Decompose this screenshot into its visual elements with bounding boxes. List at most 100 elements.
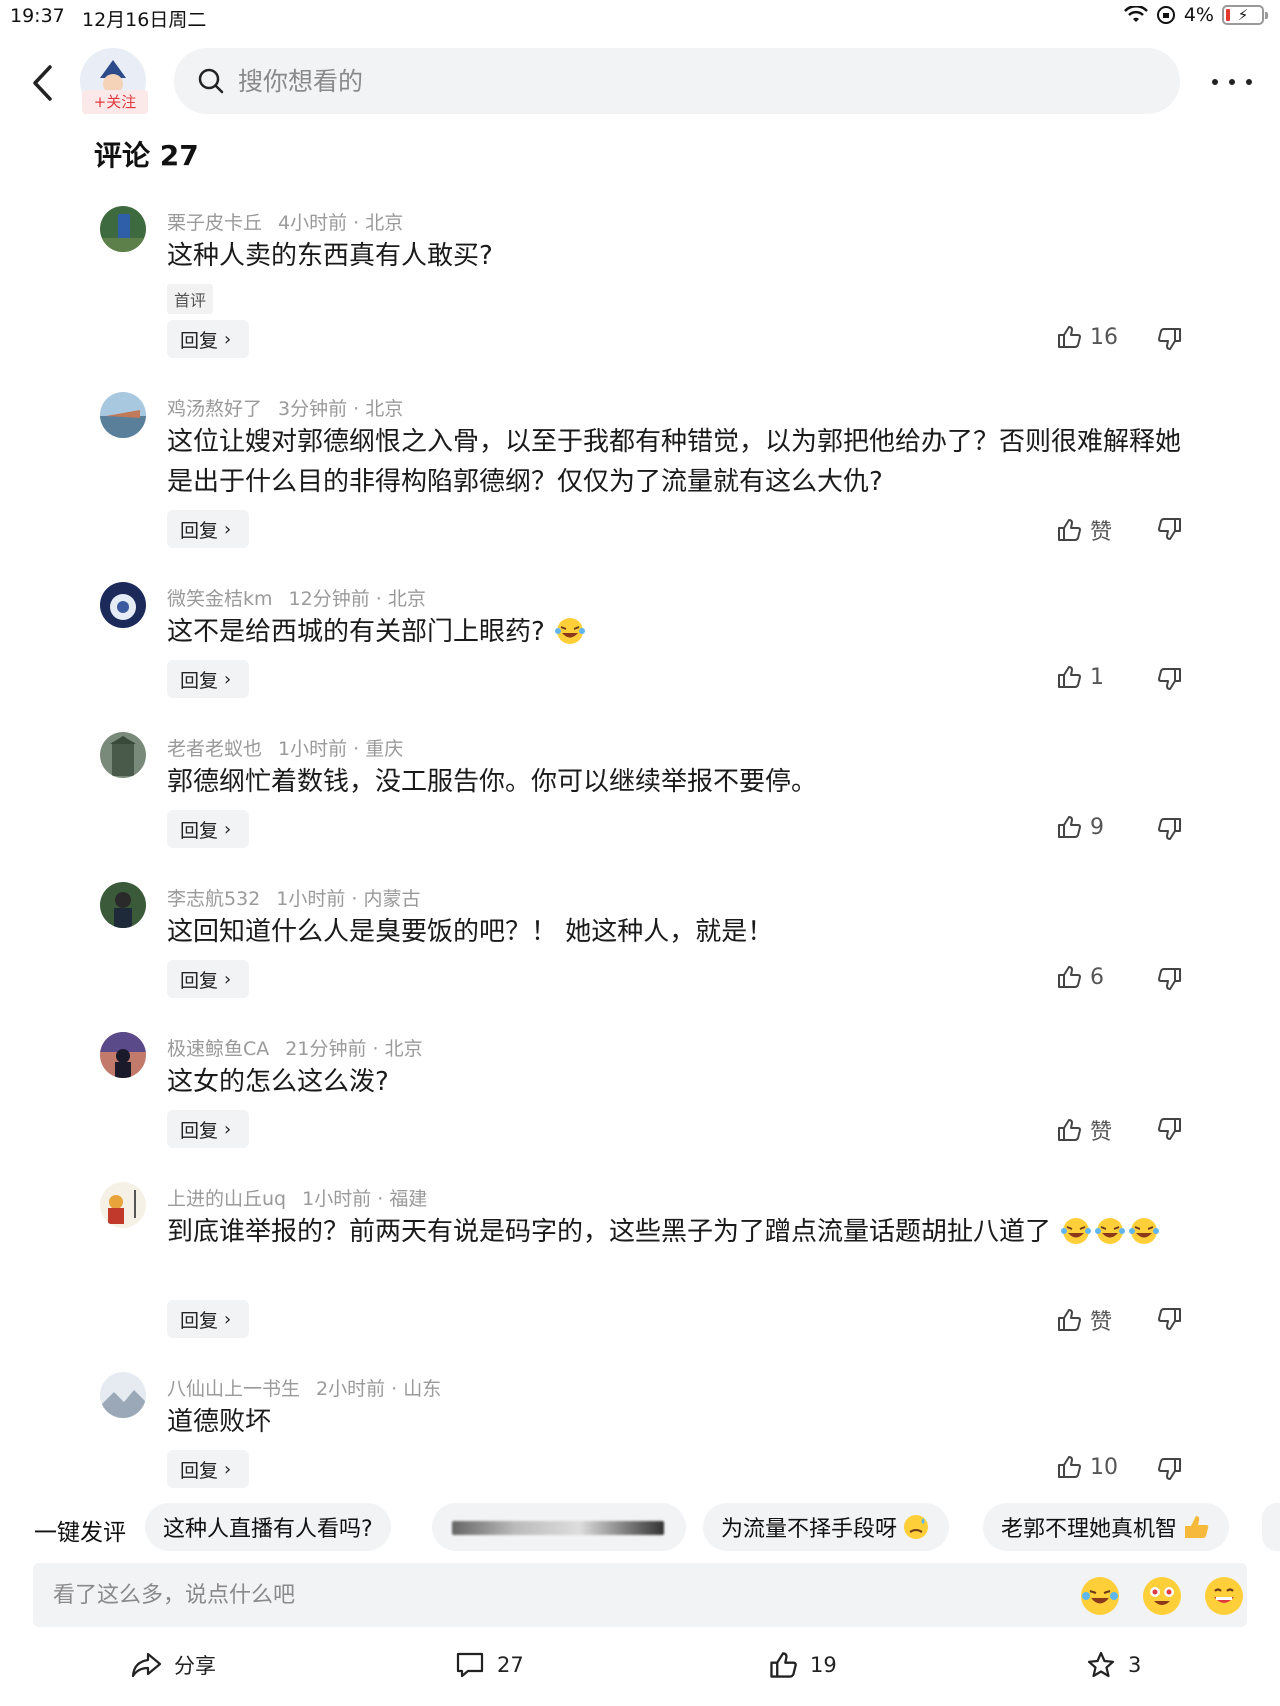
comment-text[interactable]: 这回知道什么人是臭要饭的吧？！ 她这种人，就是！: [167, 912, 1187, 952]
bottom-action-bar: 分享 27 19 3: [0, 1640, 1280, 1696]
dislike-button[interactable]: [1157, 666, 1183, 696]
thumbs-down-icon: [1158, 818, 1181, 840]
like-button[interactable]: 16: [1056, 324, 1118, 350]
thumbs-up-emoji-icon: [1185, 1516, 1209, 1538]
like-count: 1: [1090, 664, 1104, 690]
share-button[interactable]: 分享: [130, 1650, 216, 1680]
like-button[interactable]: 赞: [1056, 514, 1112, 546]
dislike-button[interactable]: [1157, 816, 1183, 846]
commenter-avatar[interactable]: [100, 582, 146, 628]
commenter-avatar[interactable]: [100, 392, 146, 438]
comment-text[interactable]: 这女的怎么这么泼?: [167, 1062, 1187, 1102]
thumbs-down-icon: [1158, 668, 1181, 690]
commenter-name[interactable]: 老者老蚁也: [167, 738, 262, 760]
reply-button[interactable]: 回复 ›: [167, 510, 249, 548]
like-count: 赞: [1090, 520, 1113, 545]
status-bar: 19:37 12月16日周二 4% ⚡: [0, 0, 1280, 36]
thumbs-up-icon: [1058, 1119, 1081, 1141]
dislike-button[interactable]: [1157, 966, 1183, 996]
comment-time: 1小时前: [302, 1188, 372, 1210]
reply-button[interactable]: 回复 ›: [167, 810, 249, 848]
reply-button[interactable]: 回复 ›: [167, 320, 249, 358]
commenter-name[interactable]: 鸡汤熬好了: [167, 398, 262, 420]
orientation-lock-icon: [1156, 6, 1175, 24]
thumbs-down-icon: [1158, 968, 1181, 990]
comment-text[interactable]: 到底谁举报的？前两天有说是码字的，这些黑子为了蹭点流量话题胡扯八道了: [167, 1212, 1187, 1252]
comment-meta: 李志航532 1小时前 · 内蒙古: [167, 888, 421, 910]
dislike-button[interactable]: [1157, 1456, 1183, 1486]
grinning-emoji-icon[interactable]: [1205, 1577, 1243, 1615]
thumbs-up-icon: [1058, 816, 1081, 838]
comment-text-content: 这不是给西城的有关部门上眼药?: [167, 617, 545, 647]
comment-location: 山东: [403, 1378, 442, 1400]
commenter-name[interactable]: 上进的山丘uq: [167, 1188, 286, 1210]
comment-text[interactable]: 这种人卖的东西真有人敢买?: [167, 236, 1187, 276]
back-button[interactable]: [22, 58, 62, 108]
reply-label: 回复: [180, 519, 219, 542]
follow-button[interactable]: +关注: [82, 90, 148, 114]
comment-meta: 鸡汤熬好了 3分钟前 · 北京: [167, 398, 404, 420]
commenter-avatar[interactable]: [100, 732, 146, 778]
thumbs-up-icon: [1058, 666, 1081, 688]
commenter-avatar[interactable]: [100, 206, 146, 252]
comments-title: 评论 27: [94, 139, 199, 172]
like-button[interactable]: 赞: [1056, 1114, 1112, 1146]
comment-text-content: 这位让嫂对郭德纲恨之入骨，以至于我都有种错觉，以为郭把他给办了？否则很难解释她是…: [167, 427, 1182, 497]
dislike-button[interactable]: [1157, 516, 1183, 546]
comment-text[interactable]: 这位让嫂对郭德纲恨之入骨，以至于我都有种错觉，以为郭把他给办了？否则很难解释她是…: [167, 422, 1187, 502]
thumbs-up-icon: [1058, 1456, 1081, 1478]
quick-comment-chip-redacted[interactable]: [432, 1503, 686, 1551]
quick-comment-chip[interactable]: 老郭不理她真机智: [983, 1503, 1230, 1551]
reply-label: 回复: [180, 329, 219, 352]
chevron-right-icon: ›: [224, 1458, 232, 1480]
dislike-button[interactable]: [1157, 1306, 1183, 1336]
comment-input-box[interactable]: [33, 1563, 1247, 1627]
commenter-name[interactable]: 微笑金桔km: [167, 588, 273, 610]
like-button[interactable]: 10: [1056, 1454, 1118, 1480]
search-input[interactable]: [238, 66, 1180, 96]
commenter-avatar[interactable]: [100, 1032, 146, 1078]
like-button[interactable]: 9: [1056, 814, 1104, 840]
favorite-button[interactable]: 3: [1086, 1650, 1141, 1680]
thumbs-down-icon: [1158, 518, 1181, 540]
like-button[interactable]: 6: [1056, 964, 1104, 990]
reply-button[interactable]: 回复 ›: [167, 1450, 249, 1488]
comment-text[interactable]: 道德败坏: [167, 1402, 1187, 1442]
status-right: 4% ⚡: [1123, 4, 1268, 26]
commenter-name[interactable]: 极速鲸鱼CA: [167, 1038, 269, 1060]
quick-comment-chip[interactable]: 为流量不择手段呀: [703, 1503, 950, 1551]
status-date: 12月16日周二: [82, 9, 207, 31]
dislike-button[interactable]: [1157, 1116, 1183, 1146]
commenter-name[interactable]: 八仙山上一书生: [167, 1378, 300, 1400]
battery-icon: ⚡: [1222, 5, 1268, 25]
chevron-right-icon: ›: [224, 668, 232, 690]
search-bar[interactable]: [174, 48, 1180, 114]
comment-input[interactable]: [53, 1582, 853, 1608]
comments-button[interactable]: 27: [455, 1650, 524, 1680]
reply-button[interactable]: 回复 ›: [167, 960, 249, 998]
dislike-button[interactable]: [1157, 326, 1183, 356]
like-button[interactable]: 赞: [1056, 1304, 1112, 1336]
star-eyes-emoji-icon[interactable]: [1143, 1577, 1181, 1615]
comment-text-content: 这回知道什么人是臭要饭的吧？！ 她这种人，就是！: [167, 917, 774, 947]
commenter-avatar[interactable]: [100, 1372, 146, 1418]
search-icon: [198, 68, 224, 94]
post-like-button[interactable]: 19: [768, 1650, 837, 1680]
commenter-avatar[interactable]: [100, 1182, 146, 1228]
quick-comment-chip-partial[interactable]: [1262, 1503, 1280, 1551]
comment-text[interactable]: 郭德纲忙着数钱，没工服告你。你可以继续举报不要停。: [167, 762, 1187, 802]
reply-label: 回复: [180, 969, 219, 992]
chevron-right-icon: ›: [224, 968, 232, 990]
more-icon[interactable]: [1212, 70, 1252, 94]
reply-button[interactable]: 回复 ›: [167, 1110, 249, 1148]
like-button[interactable]: 1: [1056, 664, 1104, 690]
reply-button[interactable]: 回复 ›: [167, 1300, 249, 1338]
thumbs-up-icon: [1058, 966, 1081, 988]
commenter-name[interactable]: 栗子皮卡丘: [167, 212, 262, 234]
reply-button[interactable]: 回复 ›: [167, 660, 249, 698]
comment-text[interactable]: 这不是给西城的有关部门上眼药?: [167, 612, 1187, 652]
commenter-name[interactable]: 李志航532: [167, 888, 260, 910]
quick-comment-chip[interactable]: 这种人直播有人看吗?: [145, 1503, 391, 1551]
laughing-emoji-icon[interactable]: [1081, 1577, 1119, 1615]
commenter-avatar[interactable]: [100, 882, 146, 928]
